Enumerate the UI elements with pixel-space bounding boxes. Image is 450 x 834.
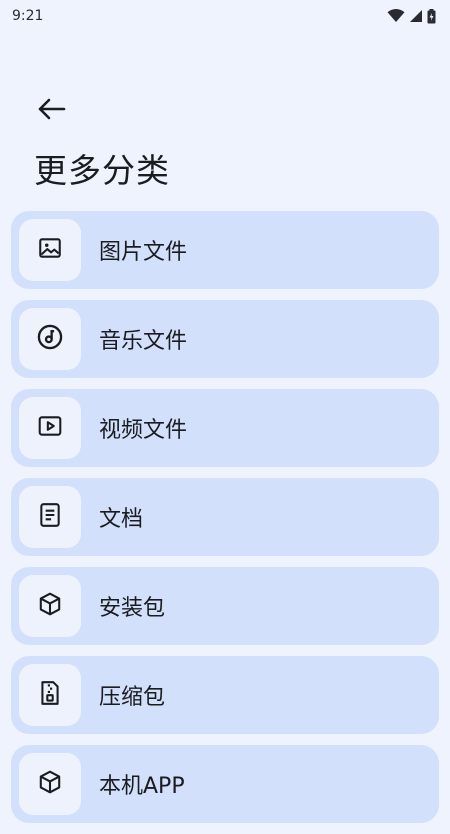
- arrow-left-icon: [36, 97, 66, 125]
- music-disc-icon: [36, 323, 64, 355]
- category-label: 本机APP: [99, 774, 185, 799]
- category-item-installers[interactable]: 安装包: [11, 567, 439, 645]
- category-item-archives[interactable]: 压缩包: [11, 656, 439, 734]
- category-label: 安装包: [99, 596, 166, 621]
- icon-box: [19, 575, 81, 637]
- image-icon: [37, 235, 63, 265]
- category-item-local-apps[interactable]: 本机APP: [11, 745, 439, 823]
- category-item-images[interactable]: 图片文件: [11, 211, 439, 289]
- app-cube-icon: [37, 769, 63, 799]
- icon-box: [19, 308, 81, 370]
- category-label: 文档: [99, 507, 144, 532]
- icon-box: [19, 664, 81, 726]
- icon-box: [19, 397, 81, 459]
- page-title: 更多分类: [34, 151, 170, 190]
- category-item-videos[interactable]: 视频文件: [11, 389, 439, 467]
- category-label: 视频文件: [99, 418, 188, 443]
- category-item-music[interactable]: 音乐文件: [11, 300, 439, 378]
- signal-icon: [409, 9, 423, 23]
- archive-icon: [38, 680, 62, 710]
- status-bar: 9:21: [0, 0, 450, 32]
- icon-box: [19, 753, 81, 815]
- category-list: 图片文件 音乐文件 视频文件 文档 安装包 压缩包 本机APP: [11, 211, 439, 834]
- icon-box: [19, 219, 81, 281]
- icon-box: [19, 486, 81, 548]
- category-label: 图片文件: [99, 240, 188, 265]
- category-item-documents[interactable]: 文档: [11, 478, 439, 556]
- package-icon: [37, 591, 63, 621]
- wifi-icon: [387, 9, 405, 23]
- category-label: 压缩包: [99, 685, 166, 710]
- video-icon: [37, 413, 63, 443]
- status-icons: [387, 8, 436, 24]
- category-label: 音乐文件: [99, 329, 188, 354]
- status-time: 9:21: [12, 8, 44, 24]
- battery-icon: [427, 8, 436, 24]
- document-icon: [38, 502, 62, 532]
- back-button[interactable]: [28, 92, 74, 130]
